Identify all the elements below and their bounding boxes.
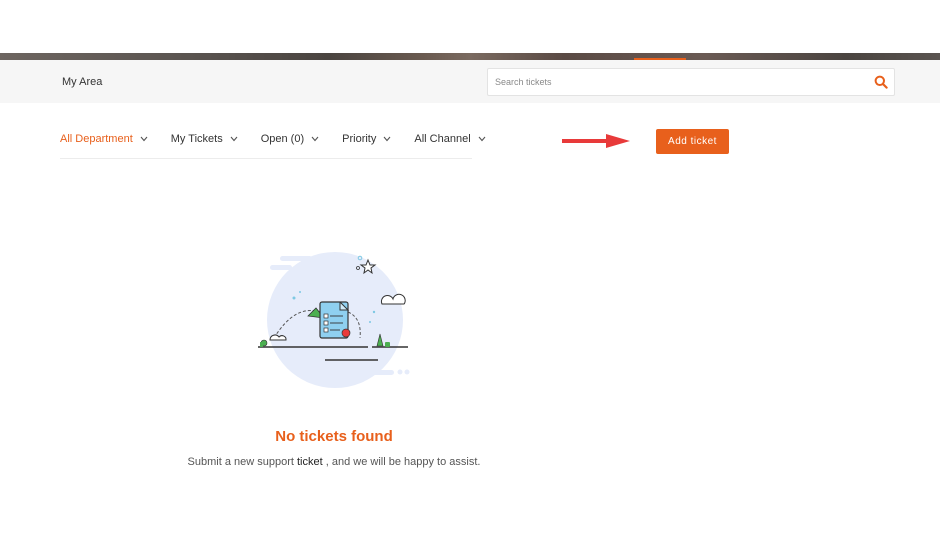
search-icon[interactable] [874,75,888,89]
filter-label: Open (0) [260,133,305,145]
filter-divider [60,158,472,159]
page-title: My Area [62,76,103,88]
filter-label: All Channel [414,133,471,145]
subtitle-text-start: Submit a new support [187,456,297,468]
chevron-down-icon [140,136,148,142]
chevron-down-icon [383,136,391,142]
filter-label: My Tickets [170,133,223,145]
filter-bar: All Department My Tickets Open (0) Prior… [60,128,509,150]
header-bar: My Area [0,60,940,103]
empty-state-illustration [258,252,410,388]
chevron-down-icon [311,136,319,142]
subtitle-text-end: , and we will be happy to assist. [322,456,481,468]
search-box[interactable] [487,68,895,96]
chevron-down-icon [230,136,238,142]
filter-channel[interactable]: All Channel [414,133,486,145]
top-banner-image [0,53,940,60]
filter-label: All Department [60,133,133,145]
chevron-down-icon [478,136,486,142]
arrow-right-icon [562,134,630,148]
ticket-link[interactable]: ticket [297,456,323,468]
filter-label: Priority [342,133,377,145]
search-input[interactable] [488,69,858,95]
add-ticket-button[interactable]: Add ticket [656,129,729,154]
filter-priority[interactable]: Priority [342,133,391,145]
filter-all-department[interactable]: All Department [60,133,148,145]
empty-state-subtitle: Submit a new support ticket , and we wil… [0,456,668,468]
filter-my-tickets[interactable]: My Tickets [171,133,238,145]
empty-state-title: No tickets found [275,428,393,445]
filter-status[interactable]: Open (0) [261,133,319,145]
